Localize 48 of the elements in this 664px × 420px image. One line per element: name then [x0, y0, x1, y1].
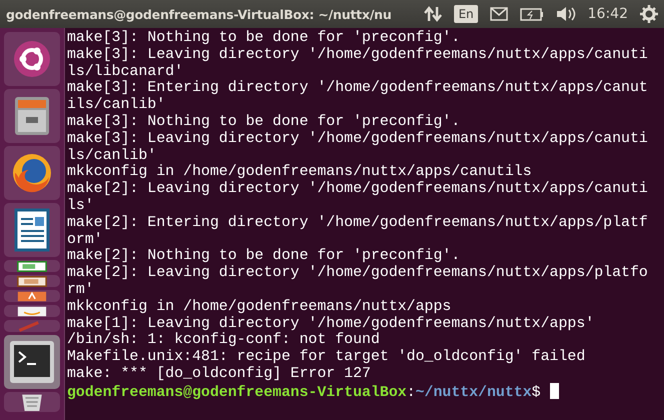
launcher-item[interactable] — [4, 260, 60, 272]
terminal-output-line: make[2]: Leaving directory '/home/godenfreemans/nuttx/apps/canuti — [67, 181, 649, 198]
launcher-item[interactable] — [4, 275, 60, 287]
terminal-output-line: ls/libcanard' — [67, 64, 184, 80]
terminal-output-line: mkkconfig in /home/godenfreemans/nuttx/apps — [67, 298, 452, 316]
launcher-item[interactable] — [4, 32, 60, 86]
document-icon — [13, 208, 51, 252]
terminal-output-line: orm' — [67, 232, 104, 248]
text-cursor — [550, 382, 559, 399]
terminal-output-line: ls' — [67, 198, 95, 215]
file-cabinet-icon — [12, 95, 52, 137]
terminal-output-line: make[2]: Leaving directory '/home/godenfreemans/nuttx/apps/platfo — [67, 265, 649, 282]
terminal-output-line: make[2]: Entering directory '/home/godenfreemans/nuttx/apps/platf — [67, 214, 649, 232]
terminal-output-line: make[3]: Leaving directory '/home/godenfreemans/nuttx/apps/canuti — [67, 130, 649, 148]
terminal-output-line: mkkconfig in /home/godenfreemans/nuttx/apps/canutils — [67, 164, 533, 181]
terminal-output-line: make: *** [do_oldconfig] Error 127 — [67, 366, 372, 383]
terminal-output-line: rm' — [67, 282, 95, 299]
window-title: godenfreemans@godenfreemans-VirtualBox: ~/nuttx/nu — [6, 6, 392, 22]
battery-icon[interactable] — [520, 8, 544, 20]
terminal-output-line: /bin/sh: 1: kconfig-conf: not found — [67, 332, 381, 349]
terminal-icon — [9, 340, 55, 384]
launcher-item[interactable] — [4, 203, 60, 257]
launcher-item[interactable] — [4, 392, 60, 412]
prompt-user-host: godenfreemans@godenfreemans-VirtualBox — [67, 384, 407, 401]
launcher-item[interactable] — [4, 305, 60, 317]
terminal-output-line: ls/canlib' — [67, 148, 158, 164]
keyboard-layout-indicator[interactable]: En — [454, 5, 478, 23]
firefox-icon — [11, 152, 53, 194]
terminal-output-line: make[3]: Entering directory '/home/godenfreemans/nuttx/apps/canut — [67, 80, 649, 97]
terminal-output-line: make[3]: Nothing to be done for 'preconfig'. — [67, 30, 462, 47]
terminal-output-line: make[3]: Nothing to be done for 'preconfig'. — [67, 114, 462, 131]
gear-icon[interactable] — [640, 5, 658, 23]
clock[interactable]: 16:42 — [588, 6, 628, 22]
terminal-output-line: make[1]: Leaving directory '/home/godenfreemans/nuttx/apps' — [67, 316, 596, 332]
envelope-icon[interactable] — [490, 7, 508, 21]
ubuntu-logo-icon — [12, 39, 52, 79]
terminal-output-line: Makefile.unix:481: recipe for target 'do_oldconfig' failed — [67, 349, 586, 366]
prompt-separator: : — [406, 384, 416, 401]
volume-icon[interactable] — [556, 6, 576, 22]
terminal-output-line: make[3]: Leaving directory '/home/godenfreemans/nuttx/apps/canuti — [67, 46, 649, 64]
launcher-item[interactable] — [4, 335, 60, 389]
prompt-path: ~/nuttx/nuttx — [416, 384, 532, 401]
terminal-output-line: make[2]: Nothing to be done for 'preconfig'. — [67, 248, 462, 265]
terminal-output-line: ils/canlib' — [67, 97, 166, 114]
launcher-item[interactable] — [4, 290, 60, 302]
launcher-item[interactable] — [4, 89, 60, 143]
prompt-symbol: $ — [532, 384, 541, 401]
network-arrows-icon[interactable] — [424, 5, 442, 23]
